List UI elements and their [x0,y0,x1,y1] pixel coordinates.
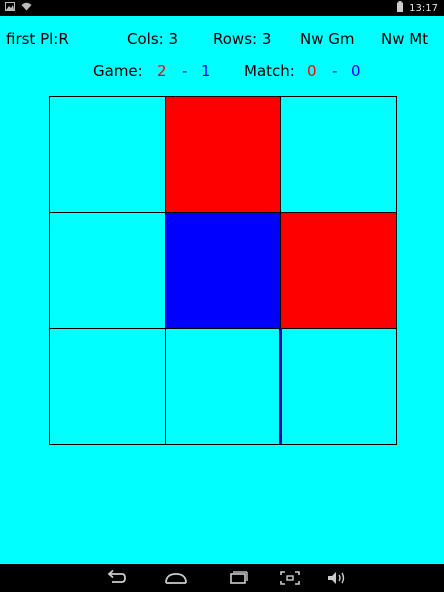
board-cell-r2-c3[interactable] [280,212,397,329]
rows-selector[interactable]: Rows: 3 [213,30,271,48]
board-cell-r3-c1[interactable] [49,328,166,445]
board-cell-r1-c2[interactable] [165,96,281,213]
header-row: first Pl:R Cols: 3 Rows: 3 Nw Gm Nw Mt [0,30,444,52]
battery-icon [397,1,404,15]
game-board [49,96,397,445]
screenshot-icon[interactable] [278,568,302,588]
navigation-bar [0,564,444,592]
image-icon [5,2,15,14]
match-score-red: 0 [307,62,317,80]
match-score-label: Match: [244,62,295,80]
match-score-blue: 0 [351,62,361,80]
app-screen: 13:17 first Pl:R Cols: 3 Rows: 3 Nw Gm N… [0,0,444,592]
board-cell-r2-c2[interactable] [165,212,281,329]
status-bar: 13:17 [0,0,444,16]
back-icon[interactable] [104,568,128,588]
board-cell-r2-c1[interactable] [49,212,166,329]
wifi-icon [21,2,32,14]
home-icon[interactable] [164,568,188,588]
clock: 13:17 [409,2,438,14]
board-cell-r1-c3[interactable] [280,96,397,213]
new-match-button[interactable]: Nw Mt [381,30,428,48]
cols-selector[interactable]: Cols: 3 [127,30,178,48]
recent-apps-icon[interactable] [226,568,250,588]
volume-icon[interactable] [325,568,349,588]
board-cell-r3-c3[interactable] [280,328,397,445]
board-cell-r3-c2[interactable] [165,328,281,445]
score-row: Game: 2 - 1 Match: 0 - 0 [0,62,444,84]
board-cell-r1-c1[interactable] [49,96,166,213]
game-score-label: Game: [93,62,143,80]
game-score-red: 2 [157,62,167,80]
column-highlight-line [279,328,282,444]
game-score-separator: - [182,62,188,80]
game-score-blue: 1 [201,62,211,80]
match-score-separator: - [332,62,338,80]
first-player-toggle[interactable]: first Pl:R [6,30,69,48]
new-game-button[interactable]: Nw Gm [300,30,355,48]
